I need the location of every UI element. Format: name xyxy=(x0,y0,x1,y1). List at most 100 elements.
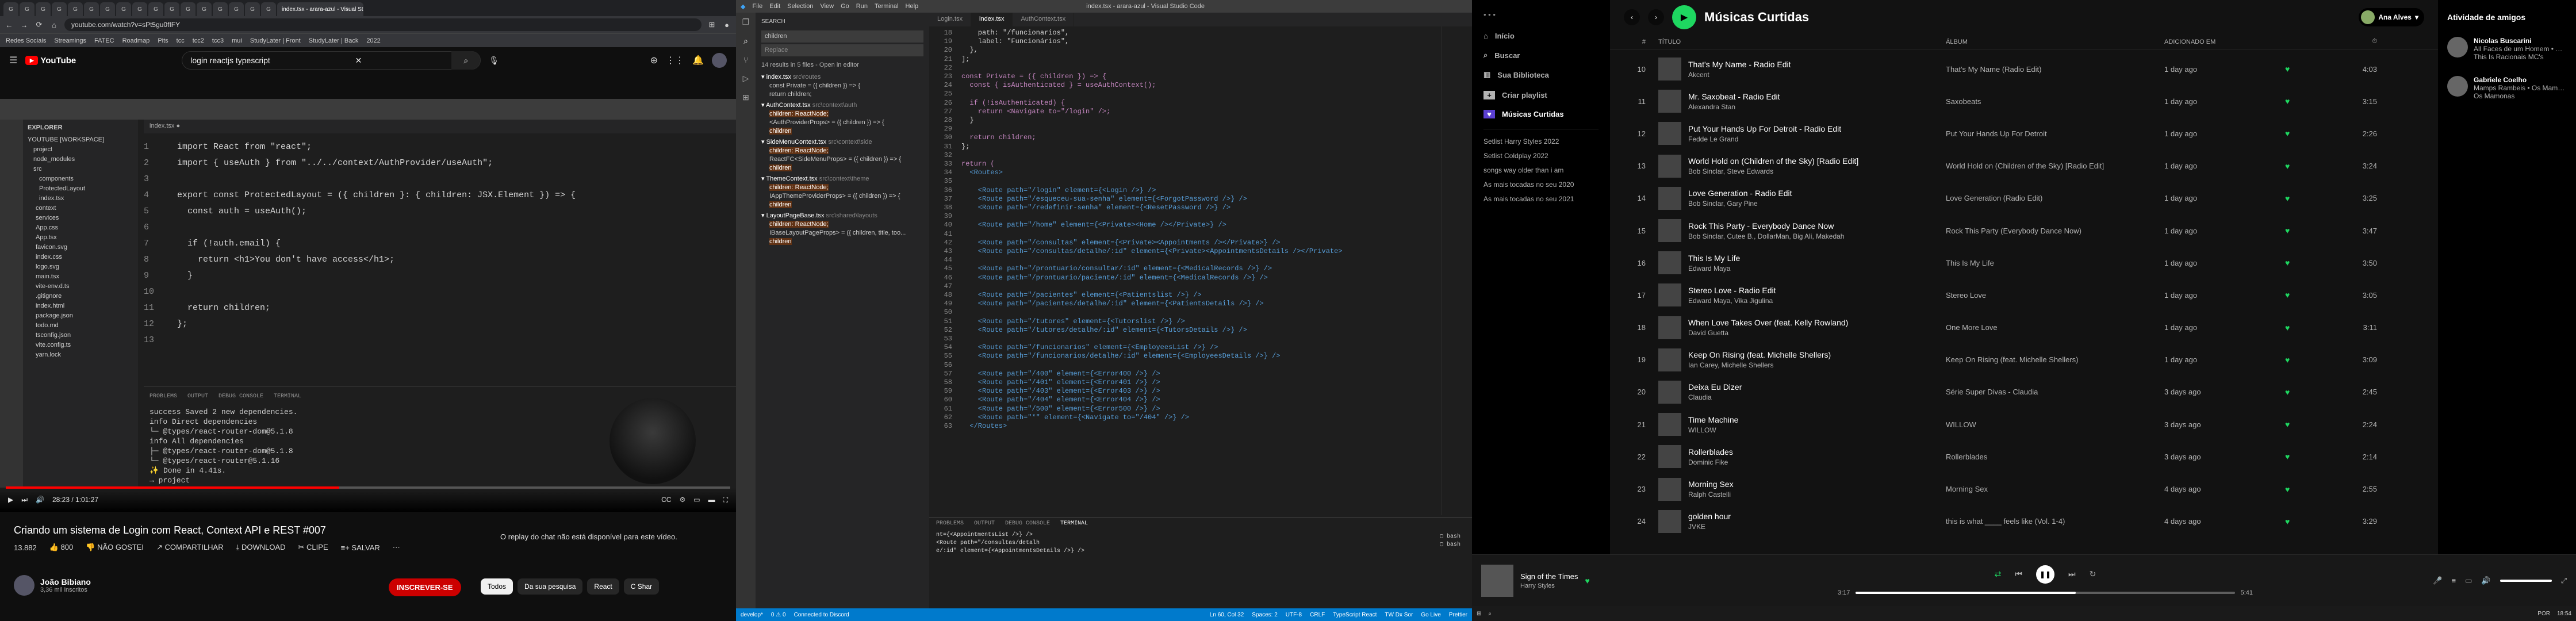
track-artist[interactable]: Ralph Castelli xyxy=(1688,490,1734,499)
track-artist[interactable]: Bob Sinclar, Gary Pine xyxy=(1688,200,1792,208)
explorer-file[interactable]: logo.svg xyxy=(28,262,133,272)
status-item[interactable]: 0 ⚠ 0 xyxy=(771,612,786,618)
bookmark-item[interactable]: Streamings xyxy=(54,37,86,44)
search-result[interactable]: const Private = ({ children }) => { xyxy=(761,82,923,90)
explorer-file[interactable]: App.css xyxy=(28,223,133,233)
search-result[interactable]: ▾ index.tsx src\routes xyxy=(761,73,923,82)
user-menu[interactable]: Ana Alves ▾ xyxy=(2359,8,2424,26)
fullscreen-icon[interactable]: ⛶ xyxy=(723,496,728,504)
now-playing-artist[interactable]: Harry Styles xyxy=(1520,582,1578,589)
track-row[interactable]: 13 World Hold on (Children of the Sky) [R… xyxy=(1610,150,2438,182)
track-artist[interactable]: Claudia xyxy=(1688,393,1742,401)
track-title[interactable]: Deixa Eu Dizer xyxy=(1688,382,1742,392)
explorer-file[interactable]: node_modules xyxy=(28,155,133,164)
download-button[interactable]: ⤓ DOWNLOAD xyxy=(236,543,286,552)
back-icon[interactable]: ← xyxy=(5,21,14,29)
terminal-tab[interactable]: TERMINAL xyxy=(274,392,301,401)
track-title[interactable]: Stereo Love - Radio Edit xyxy=(1688,286,1776,295)
panel-tab[interactable]: DEBUG CONSOLE xyxy=(1005,520,1050,527)
replace-field[interactable]: Replace xyxy=(761,44,923,56)
related-chip[interactable]: C Shar xyxy=(623,578,660,595)
chrome-tab[interactable]: G xyxy=(245,2,260,16)
explorer-icon[interactable]: ❐ xyxy=(742,17,750,27)
like-button[interactable]: 👍 800 xyxy=(49,543,74,552)
track-title[interactable]: Rock This Party - Everybody Dance Now xyxy=(1688,221,1844,231)
status-item[interactable]: TypeScript React xyxy=(1333,612,1377,618)
search-result[interactable]: ▾ SideMenuContext.tsx src\context\side xyxy=(761,138,923,147)
minimap[interactable] xyxy=(1441,26,1472,515)
track-title[interactable]: Put Your Hands Up For Detroit - Radio Ed… xyxy=(1688,124,1841,133)
bookmark-item[interactable]: StudyLater | Back xyxy=(309,37,359,44)
explorer-file[interactable]: tsconfig.json xyxy=(28,331,133,340)
menu-item[interactable]: Edit xyxy=(769,3,780,10)
nav-library[interactable]: ▥ Sua Biblioteca xyxy=(1483,70,1598,79)
explorer-file[interactable]: favicon.svg xyxy=(28,243,133,252)
like-heart-icon[interactable]: ♥ xyxy=(1585,576,1589,585)
shuffle-icon[interactable]: ⇄ xyxy=(1995,569,2002,579)
search-result[interactable]: children: ReactNode; xyxy=(761,183,923,192)
fullscreen-icon[interactable]: ⤢ xyxy=(2561,576,2567,585)
track-row[interactable]: 15 Rock This Party - Everybody Dance Now B… xyxy=(1610,214,2438,247)
play-button[interactable]: ▶ xyxy=(1672,5,1696,29)
track-album[interactable]: One More Love xyxy=(1946,323,2164,332)
chrome-tab[interactable]: G xyxy=(261,2,276,16)
status-item[interactable]: develop* xyxy=(741,612,763,618)
youtube-logo[interactable]: ▶ YouTube xyxy=(25,56,76,66)
friend-item[interactable]: Nicolas Buscarini All Faces de um Homem •… xyxy=(2447,37,2567,61)
track-row[interactable]: 12 Put Your Hands Up For Detroit - Radio … xyxy=(1610,117,2438,150)
col-title[interactable]: TÍTULO xyxy=(1658,39,1946,45)
explorer-file[interactable]: .gitignore xyxy=(28,292,133,301)
menu-item[interactable]: Selection xyxy=(787,3,813,10)
bookmark-item[interactable]: tcc xyxy=(177,37,185,44)
track-row[interactable]: 21 Time Machine WILLOW WILLOW 3 days ago ♥ 2:2… xyxy=(1610,408,2438,440)
back-icon[interactable]: ‹ xyxy=(1624,9,1640,25)
track-row[interactable]: 10 That's My Name - Radio Edit Akcent That'… xyxy=(1610,53,2438,85)
track-album[interactable]: World Hold on (Children of the Sky) [Rad… xyxy=(1946,162,2164,170)
track-title[interactable]: When Love Takes Over (feat. Kelly Rowlan… xyxy=(1688,318,1848,327)
bookmark-item[interactable]: StudyLater | Front xyxy=(250,37,301,44)
terminal-tab[interactable]: PROBLEMS xyxy=(150,392,177,401)
track-album[interactable]: Love Generation (Radio Edit) xyxy=(1946,194,2164,202)
queue-icon[interactable]: ≡ xyxy=(2452,576,2456,585)
search-result[interactable]: children: ReactNode; xyxy=(761,110,923,118)
menu-item[interactable]: File xyxy=(752,3,762,10)
like-heart-icon[interactable]: ♥ xyxy=(2285,388,2325,397)
explorer-file[interactable]: project xyxy=(28,145,133,155)
bookmark-item[interactable]: FATEC xyxy=(94,37,114,44)
explorer-file[interactable]: index.tsx xyxy=(28,194,133,204)
explorer-file[interactable]: components xyxy=(28,174,133,184)
chrome-tab[interactable]: G xyxy=(148,2,163,16)
explorer-file[interactable]: yarn.lock xyxy=(28,350,133,360)
nav-home[interactable]: ⌂ Início xyxy=(1483,32,1598,40)
search-result[interactable]: return children; xyxy=(761,90,923,99)
friend-item[interactable]: Gabriele Coelho Mamps Rambeis • Os Mamona… xyxy=(2447,76,2567,100)
search-result[interactable]: children: ReactNode; xyxy=(761,220,923,229)
bookmark-item[interactable]: Roadmap xyxy=(122,37,150,44)
seek-bar[interactable] xyxy=(1856,591,2235,594)
search-result[interactable]: IAppThemeProviderProps> = ({ children })… xyxy=(761,192,923,201)
save-button[interactable]: ≡+ SALVAR xyxy=(341,543,380,552)
menu-item[interactable]: Terminal xyxy=(875,3,899,10)
track-album[interactable]: Rollerblades xyxy=(1946,453,2164,461)
like-heart-icon[interactable]: ♥ xyxy=(2285,290,2325,300)
chrome-tab[interactable]: G xyxy=(213,2,228,16)
clip-button[interactable]: ✂ CLIPE xyxy=(298,543,328,552)
album-cover[interactable] xyxy=(1481,564,1513,597)
menu-item[interactable]: Help xyxy=(906,3,919,10)
status-item[interactable]: Go Live xyxy=(1421,612,1440,618)
chrome-tab[interactable]: G xyxy=(164,2,179,16)
track-album[interactable]: Put Your Hands Up For Detroit xyxy=(1946,129,2164,138)
chrome-tab[interactable]: G xyxy=(20,2,34,16)
search-icon[interactable]: ⌕ xyxy=(451,51,481,70)
create-icon[interactable]: ⊕ xyxy=(650,55,658,66)
forward-icon[interactable]: › xyxy=(1648,9,1664,25)
menu-item[interactable]: Go xyxy=(841,3,849,10)
playlist-item[interactable]: As mais tocadas no seu 2021 xyxy=(1483,195,1598,203)
playlist-item[interactable]: Setlist Coldplay 2022 xyxy=(1483,152,1598,160)
track-artist[interactable]: JVKE xyxy=(1688,523,1731,531)
track-artist[interactable]: Edward Maya, Vika Jigulina xyxy=(1688,297,1776,305)
track-row[interactable]: 16 This Is My Life Edward Maya This Is My L… xyxy=(1610,247,2438,279)
terminal-tab[interactable]: OUTPUT xyxy=(187,392,208,401)
pause-button[interactable]: ❚❚ xyxy=(2036,565,2054,584)
address-bar[interactable]: youtube.com/watch?v=sPt5gu0fIFY xyxy=(64,18,702,31)
